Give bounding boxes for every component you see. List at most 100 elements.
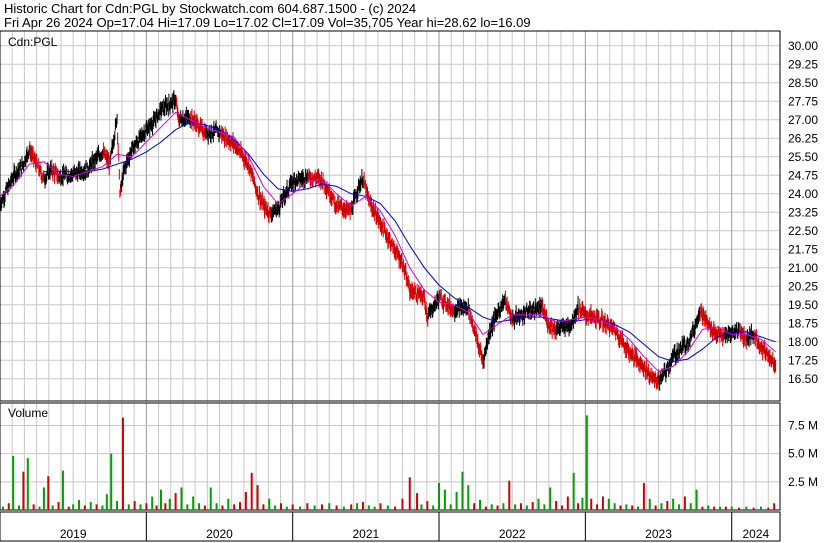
volume-bar	[648, 498, 651, 510]
volume-bar	[373, 506, 376, 510]
volume-bar	[12, 455, 15, 510]
volume-bar	[572, 472, 575, 510]
volume-bar	[26, 458, 29, 510]
volume-bar	[508, 480, 511, 510]
volume-bar	[227, 498, 230, 510]
volume-bar	[47, 476, 50, 510]
volume-bar	[1, 506, 4, 510]
volume-panel: Volume 7.5 M 5.0 M 2.5 M	[0, 402, 818, 511]
price-axis: 30.00 29.25 28.50 27.75 27.00 26.25 25.50 24.75…	[788, 39, 818, 386]
volume-bar	[519, 503, 522, 510]
volume-bar	[285, 506, 288, 510]
volume-bar	[479, 499, 481, 510]
price-tick-label: 28.50	[788, 76, 818, 90]
price-tick-label: 27.00	[788, 113, 818, 127]
price-tick-label: 22.50	[788, 224, 818, 238]
volume-bar	[78, 499, 81, 510]
volume-bar	[724, 506, 727, 510]
volume-bar	[121, 417, 124, 510]
stock-chart: Historic Chart for Cdn:PGL by Stockwatch…	[0, 1, 818, 542]
volume-bar	[719, 506, 721, 510]
volume-bar	[642, 482, 645, 510]
volume-bar	[613, 503, 616, 510]
volume-bar	[168, 498, 171, 510]
volume-bar	[164, 503, 167, 510]
volume-bar	[401, 498, 404, 510]
volume-bar	[420, 504, 423, 510]
volume-bar	[689, 503, 692, 510]
volume-bar	[432, 505, 435, 510]
x-tick-label: 2023	[645, 527, 672, 541]
price-tick-label: 19.50	[788, 298, 818, 312]
price-tick-label: 18.00	[788, 335, 818, 349]
volume-tick-label: 2.5 M	[788, 475, 818, 489]
price-tick-label: 23.25	[788, 205, 818, 219]
volume-bar	[262, 504, 265, 510]
price-tick-label: 25.50	[788, 150, 818, 164]
volume-bar	[335, 505, 338, 510]
volume-bar	[596, 504, 599, 510]
volume-bar	[759, 506, 762, 510]
x-tick-label: 2022	[499, 527, 526, 541]
volume-bar	[215, 503, 218, 510]
volume-bar	[139, 504, 142, 510]
x-tick-label: 2024	[743, 527, 770, 541]
volume-bar	[57, 502, 60, 510]
chart-header: Historic Chart for Cdn:PGL by Stockwatch…	[4, 1, 531, 30]
volume-bar	[701, 506, 704, 510]
volume-bar	[713, 506, 716, 510]
price-tick-label: 30.00	[788, 39, 818, 53]
volume-bar	[683, 496, 686, 510]
volume-bar	[473, 503, 476, 510]
volume-bar	[455, 491, 458, 510]
volume-bar	[22, 471, 25, 510]
volume-bar	[42, 487, 45, 510]
x-tick-label: 2021	[353, 527, 380, 541]
volume-bar	[738, 507, 741, 510]
price-grid	[0, 31, 780, 401]
volume-bar	[313, 505, 316, 510]
volume-bar	[51, 505, 54, 510]
volume-bar	[244, 491, 247, 510]
volume-bar	[730, 506, 733, 510]
volume-bar	[18, 505, 21, 510]
volume-bar	[590, 498, 593, 510]
volume-bar	[467, 485, 470, 510]
volume-bar	[695, 489, 698, 510]
volume-bar	[32, 504, 35, 510]
volume-bar	[38, 506, 41, 510]
volume-bar	[525, 505, 528, 510]
price-tick-label: 20.25	[788, 279, 818, 293]
price-tick-label: 29.25	[788, 57, 818, 71]
volume-bar	[543, 504, 546, 510]
header-quote: Fri Apr 26 2024 Op=17.04 Hi=17.09 Lo=17.…	[4, 15, 531, 30]
volume-bar	[601, 496, 604, 510]
volume-bar	[707, 505, 710, 510]
price-panel-label: Cdn:PGL	[8, 35, 58, 49]
volume-bar	[773, 503, 776, 510]
volume-bar	[585, 415, 588, 510]
volume-bar	[438, 482, 441, 510]
x-axis-labels: 2019 2020 2021 2022 2023 2024	[60, 512, 770, 541]
volume-bar	[192, 496, 195, 510]
volume-bar	[209, 487, 212, 510]
volume-bar	[159, 489, 162, 510]
volume-bar	[72, 504, 75, 510]
volume-bar	[61, 470, 64, 510]
volume-bar	[198, 503, 201, 510]
volume-bar	[490, 504, 493, 510]
price-tick-label: 24.00	[788, 187, 818, 201]
volume-bar	[279, 503, 282, 510]
volume-bar	[386, 505, 389, 510]
volume-bar	[89, 502, 92, 510]
volume-bar	[537, 498, 540, 510]
volume-bar	[660, 503, 663, 510]
volume-bar	[555, 500, 558, 510]
volume-bar	[666, 500, 669, 510]
volume-bar	[306, 503, 309, 510]
volume-bar	[549, 487, 552, 510]
volume-bar	[180, 487, 183, 510]
volume-bar	[502, 503, 505, 510]
volume-bar	[581, 497, 584, 510]
volume-bar	[268, 498, 271, 510]
